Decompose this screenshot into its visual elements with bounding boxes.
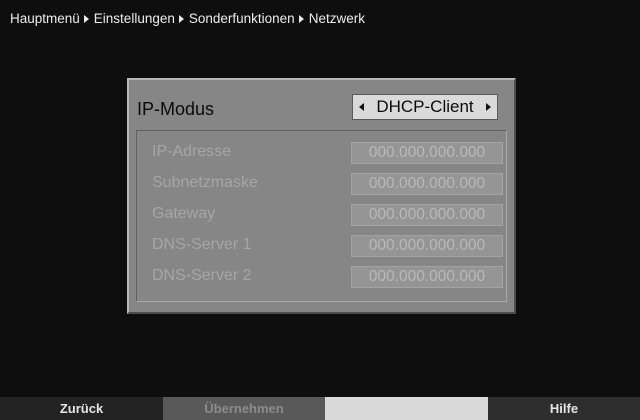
breadcrumb-item-special-functions: Sonderfunktionen (188, 11, 295, 26)
ip-address-field: 000.000.000.000 (351, 142, 503, 164)
dns-server-2-field: 000.000.000.000 (351, 266, 503, 288)
ip-mode-value: DHCP-Client (376, 97, 474, 116)
function-key-bar: Zurück Übernehmen Hilfe (0, 397, 640, 420)
network-settings-panel: IP-Modus DHCP-Client IP-Adresse 000.000.… (127, 78, 516, 314)
apply-button[interactable]: Übernehmen (163, 397, 325, 420)
back-button[interactable]: Zurück (0, 397, 163, 420)
gateway-label: Gateway (152, 205, 216, 222)
dns-server-2-row: DNS-Server 2 000.000.000.000 (137, 265, 506, 289)
ip-mode-label: IP-Modus (137, 99, 215, 119)
dns-server-1-field: 000.000.000.000 (351, 235, 503, 257)
ip-address-label: IP-Adresse (152, 143, 232, 160)
blank-function-button[interactable] (325, 397, 488, 420)
breadcrumb-item-settings: Einstellungen (93, 11, 175, 26)
breadcrumb-item-main-menu: Hauptmenü (10, 11, 80, 26)
subnet-mask-field: 000.000.000.000 (351, 173, 503, 195)
arrow-left-icon[interactable] (359, 103, 364, 111)
breadcrumb-separator-icon (83, 14, 89, 23)
breadcrumb-separator-icon (178, 14, 184, 23)
breadcrumb-separator-icon (298, 14, 304, 23)
gateway-row: Gateway 000.000.000.000 (137, 203, 506, 227)
gateway-field: 000.000.000.000 (351, 204, 503, 226)
dns-server-1-row: DNS-Server 1 000.000.000.000 (137, 234, 506, 258)
network-settings-screen: Hauptmenü Einstellungen Sonderfunktionen… (0, 0, 640, 420)
breadcrumb: Hauptmenü Einstellungen Sonderfunktionen… (10, 11, 365, 26)
ip-mode-selector[interactable]: DHCP-Client (352, 94, 498, 120)
dns-server-2-label: DNS-Server 2 (152, 267, 252, 284)
arrow-right-icon[interactable] (485, 103, 491, 111)
breadcrumb-item-network: Netzwerk (308, 11, 365, 26)
subnet-mask-row: Subnetzmaske 000.000.000.000 (137, 172, 506, 196)
network-fields-group: IP-Adresse 000.000.000.000 Subnetzmaske … (136, 130, 507, 302)
subnet-mask-label: Subnetzmaske (152, 174, 258, 191)
help-button[interactable]: Hilfe (488, 397, 640, 420)
dns-server-1-label: DNS-Server 1 (152, 236, 252, 253)
ip-address-row: IP-Adresse 000.000.000.000 (137, 141, 506, 165)
